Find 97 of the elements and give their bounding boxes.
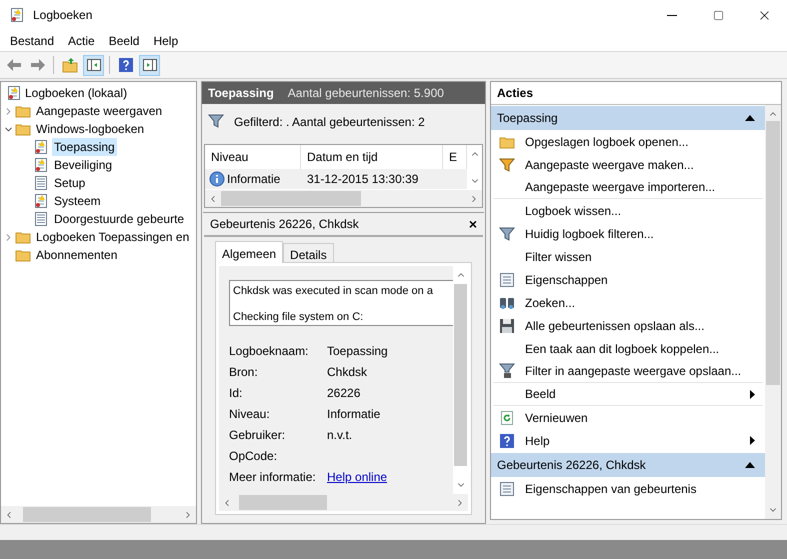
field-label: Niveau: bbox=[229, 406, 271, 422]
scrollbar-thumb[interactable] bbox=[221, 191, 361, 206]
date-cell-text: 31-12-2015 13:30:39 bbox=[306, 171, 418, 188]
section-header[interactable]: Gebeurtenis 26226, Chkdsk bbox=[491, 453, 765, 477]
field-label: Meer informatie: bbox=[229, 468, 317, 486]
help-link[interactable]: Help online bbox=[327, 468, 388, 486]
horizontal-scrollbar[interactable] bbox=[205, 190, 482, 207]
refresh-icon bbox=[499, 410, 515, 426]
info-icon bbox=[209, 171, 225, 187]
event-detail-title: Gebeurtenis 26226, Chkdsk bbox=[210, 216, 359, 233]
event-message: Checking file system on C: bbox=[233, 310, 364, 325]
submenu-arrow-icon bbox=[750, 390, 755, 398]
actions-title: Acties bbox=[497, 85, 534, 102]
menu-item[interactable]: Actie bbox=[61, 32, 102, 50]
tab[interactable]: Details bbox=[283, 243, 334, 263]
field-value: Informatie bbox=[327, 406, 380, 422]
tree-item[interactable]: Windows-logboeken bbox=[34, 120, 146, 138]
list-icon bbox=[33, 175, 49, 191]
tree-item[interactable]: Aangepaste weergaven bbox=[34, 102, 164, 120]
tree-item[interactable]: Abonnementen bbox=[34, 246, 120, 264]
pane-icon bbox=[142, 57, 158, 73]
log-icon bbox=[33, 139, 49, 155]
properties-icon bbox=[499, 272, 515, 288]
horizontal-scrollbar[interactable] bbox=[219, 494, 468, 511]
filter-status: Gefilterd: . Aantal gebeurtenissen: 2 bbox=[234, 114, 425, 131]
section-header[interactable]: Toepassing bbox=[491, 106, 765, 130]
field-label: OpCode: bbox=[229, 448, 278, 464]
action-item[interactable]: Een taak aan dit logboek koppelen... bbox=[493, 337, 763, 360]
submenu-arrow-icon bbox=[750, 436, 755, 445]
action-item[interactable]: Huidig logboek filteren... bbox=[493, 222, 763, 245]
forward-arrow-icon bbox=[30, 57, 46, 73]
toolbar-button[interactable] bbox=[83, 54, 104, 76]
filter-icon bbox=[208, 113, 224, 129]
tab[interactable]: Algemeen bbox=[215, 241, 284, 263]
tree-item[interactable]: Systeem bbox=[52, 192, 103, 210]
tree-item[interactable]: Toepassing bbox=[52, 138, 117, 156]
toolbar-button[interactable] bbox=[139, 54, 160, 76]
tree-item[interactable]: Doorgestuurde gebeurte bbox=[52, 210, 186, 228]
action-item[interactable]: Aangepaste weergave importeren... bbox=[493, 176, 763, 199]
action-item[interactable]: Alle gebeurtenissen opslaan als... bbox=[493, 314, 763, 337]
field-label: Id: bbox=[229, 384, 244, 402]
help-icon bbox=[499, 432, 515, 448]
tree-item[interactable]: Logboeken Toepassingen en bbox=[34, 228, 192, 246]
field-value: 26226 bbox=[327, 384, 360, 402]
menu-item[interactable]: Help bbox=[146, 32, 186, 50]
menu-item[interactable]: Beeld bbox=[102, 32, 146, 50]
scrollbar-thumb[interactable] bbox=[766, 121, 780, 385]
field-value: n.v.t. bbox=[327, 426, 352, 444]
window-title: Logboeken bbox=[33, 7, 92, 24]
properties-icon bbox=[499, 480, 515, 496]
vertical-scrollbar[interactable] bbox=[765, 105, 781, 519]
action-item[interactable]: Logboek wissen... bbox=[493, 199, 763, 222]
folder-icon bbox=[62, 57, 78, 73]
log-icon bbox=[33, 157, 49, 173]
menu-item[interactable]: Bestand bbox=[3, 32, 62, 50]
tree-item[interactable]: Beveiliging bbox=[52, 156, 114, 174]
action-item[interactable]: Filter wissen bbox=[493, 245, 763, 268]
action-item[interactable]: Zoeken... bbox=[493, 291, 763, 314]
minimize-icon bbox=[667, 14, 677, 16]
action-item[interactable]: Help bbox=[493, 429, 763, 452]
log-icon bbox=[9, 7, 25, 23]
save-icon bbox=[499, 318, 515, 334]
close-button[interactable]: × bbox=[468, 214, 477, 234]
log-icon bbox=[6, 85, 22, 101]
tree-item[interactable]: Logboeken (lokaal) bbox=[25, 84, 128, 102]
field-value: Chkdsk bbox=[327, 364, 368, 380]
filter-icon bbox=[499, 156, 515, 172]
maximize-icon bbox=[712, 10, 724, 20]
field-value: Toepassing bbox=[327, 342, 388, 360]
field-label: Logboeknaam: bbox=[229, 342, 310, 360]
tree-item[interactable]: Setup bbox=[52, 174, 88, 192]
scrollbar-thumb[interactable] bbox=[239, 495, 327, 510]
event-row[interactable]: Informatie 31-12-2015 13:30:39 bbox=[205, 169, 467, 189]
pane-icon bbox=[86, 57, 102, 73]
field-label: Bron: bbox=[229, 364, 259, 380]
event-count: Aantal gebeurtenissen: 5.900 bbox=[288, 85, 444, 102]
scrollbar-thumb[interactable] bbox=[23, 507, 151, 522]
action-item[interactable]: Eigenschappen bbox=[493, 268, 763, 291]
back-arrow-icon bbox=[6, 57, 22, 73]
action-item[interactable]: Beeld bbox=[493, 383, 763, 406]
action-item[interactable]: Filter in aangepaste weergave opslaan... bbox=[493, 360, 763, 383]
vertical-scrollbar[interactable] bbox=[453, 266, 468, 494]
list-icon bbox=[33, 211, 49, 227]
level-cell-text: Informatie bbox=[227, 171, 280, 188]
action-item[interactable]: Opgeslagen logboek openen... bbox=[493, 130, 763, 153]
filter-icon bbox=[499, 363, 515, 379]
log-name: Toepassing bbox=[208, 85, 274, 102]
horizontal-scrollbar[interactable] bbox=[1, 506, 196, 523]
help-icon bbox=[118, 57, 134, 73]
event-message: Chkdsk was executed in scan mode on a bbox=[233, 284, 434, 299]
action-item[interactable]: Vernieuwen bbox=[493, 406, 763, 429]
action-item[interactable]: Eigenschappen van gebeurtenis bbox=[493, 477, 763, 500]
scrollbar-thumb[interactable] bbox=[454, 284, 467, 466]
log-icon bbox=[33, 193, 49, 209]
action-item[interactable]: Aangepaste weergave maken... bbox=[493, 153, 763, 176]
filter-icon bbox=[499, 226, 515, 242]
field-label: Gebruiker: bbox=[229, 426, 286, 444]
